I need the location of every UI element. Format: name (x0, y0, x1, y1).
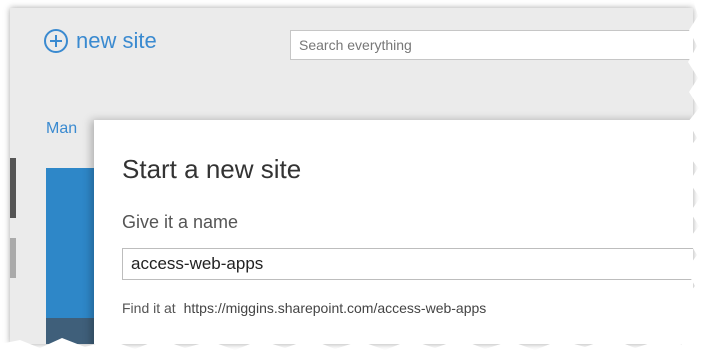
screenshot-frame: new site Man Start a new site Give it a … (0, 0, 707, 358)
torn-edge-decoration (0, 0, 707, 358)
